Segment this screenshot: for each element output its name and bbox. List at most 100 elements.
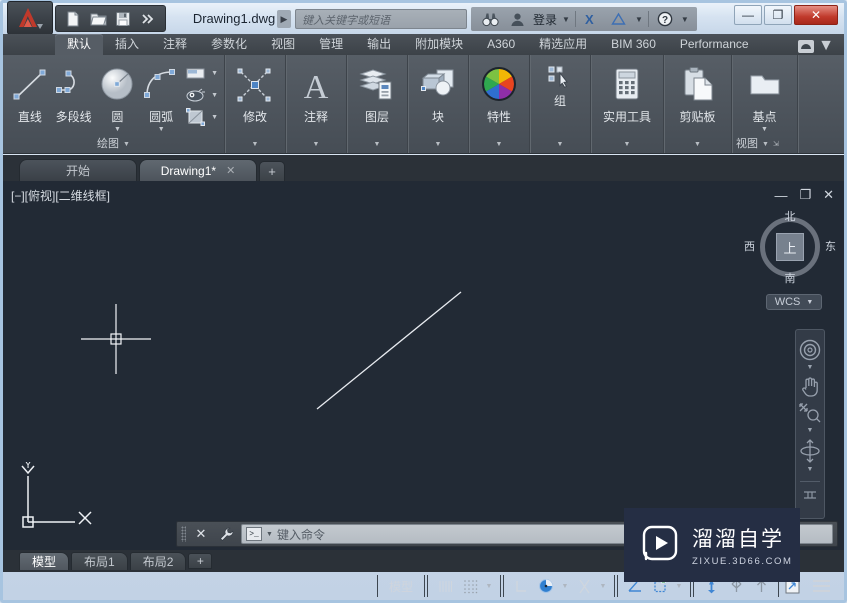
minimize-ribbon-icon[interactable] <box>798 39 815 53</box>
new-file-button[interactable] <box>62 8 84 30</box>
tool-basepoint[interactable]: 基点 ▼ <box>738 61 791 134</box>
help-chevron-icon[interactable]: ▼ <box>681 15 689 24</box>
panel-expand-chevron-icon[interactable]: ▼ <box>123 136 130 153</box>
snap-mode-icon[interactable] <box>459 576 481 596</box>
close-button[interactable]: ✕ <box>794 5 838 25</box>
zoom-chevron-icon[interactable]: ▼ <box>807 427 814 436</box>
ribbon-panel-draw-title[interactable]: 绘图 ▼ <box>3 136 224 153</box>
tool-circle-chevron-icon[interactable]: ▼ <box>114 126 121 134</box>
ribbon-panel-group[interactable]: 组 ▼ <box>530 55 591 153</box>
layout-tab-layout2[interactable]: 布局2 <box>129 552 187 570</box>
ribbon-tab-output[interactable]: 输出 <box>355 34 403 55</box>
application-menu-button[interactable] <box>7 1 53 35</box>
hamburger-menu-icon[interactable] <box>807 580 836 592</box>
grid-display-icon[interactable] <box>434 576 456 596</box>
ortho-mode-icon[interactable] <box>510 576 532 596</box>
exchange-app-icon[interactable]: X <box>581 8 603 30</box>
ribbon-tab-performance[interactable]: Performance <box>668 34 761 55</box>
minimize-button[interactable]: — <box>734 5 762 25</box>
ribbon-panel-view[interactable]: 基点 ▼ 视图 ▼ ⇲ <box>732 55 798 153</box>
tool-group[interactable]: 组 <box>537 61 583 109</box>
tool-line[interactable]: 直线 <box>9 61 51 125</box>
tool-rectangle[interactable]: ▼ <box>184 63 218 83</box>
tool-layers[interactable]: 图层 <box>354 61 400 125</box>
tool-utilities[interactable]: 实用工具 <box>597 61 657 125</box>
ribbon-panel-layers[interactable]: 图层 ▼ <box>347 55 408 153</box>
osnap-chevron-icon[interactable]: ▼ <box>598 583 608 590</box>
orbit-chevron-icon[interactable]: ▼ <box>807 466 814 475</box>
ribbon-panel-block-title[interactable]: ▼ <box>408 136 468 153</box>
tool-block[interactable]: 块 <box>415 61 461 125</box>
autodesk-chevron-icon[interactable]: ▼ <box>635 15 643 24</box>
ribbon-panel-modify[interactable]: 修改 ▼ <box>225 55 286 153</box>
new-layout-button[interactable]: + <box>188 553 213 569</box>
ribbon-panel-clipboard[interactable]: 剪贴板 ▼ <box>664 55 732 153</box>
ribbon-options-chevron-icon[interactable]: ▼ <box>818 37 834 55</box>
wrench-icon[interactable] <box>216 524 236 544</box>
command-line-grip[interactable] <box>181 526 186 542</box>
new-file-tab-button[interactable]: + <box>259 161 285 181</box>
tool-hatch[interactable]: ▼ <box>184 85 218 105</box>
ribbon-panel-utilities-title[interactable]: ▼ <box>591 136 663 153</box>
panel-dialog-launcher-icon[interactable]: ⇲ <box>773 136 779 153</box>
ribbon-tab-addins[interactable]: 附加模块 <box>403 34 475 55</box>
ribbon-panel-utilities[interactable]: 实用工具 ▼ <box>591 55 664 153</box>
panel-expand-chevron-icon[interactable]: ▼ <box>435 136 442 153</box>
sign-in-label[interactable]: 登录 <box>533 11 557 28</box>
command-line-close-icon[interactable]: ✕ <box>191 524 211 544</box>
open-file-button[interactable] <box>87 8 109 30</box>
search-binoculars-icon[interactable] <box>479 8 501 30</box>
file-tab-close-icon[interactable]: ✕ <box>226 164 235 177</box>
tool-annotation[interactable]: A 注释 <box>293 61 339 125</box>
snap-chevron-icon[interactable]: ▼ <box>484 583 494 590</box>
ribbon-panel-properties[interactable]: 特性 ▼ <box>469 55 530 153</box>
ribbon-panel-view-title[interactable]: 视图 ▼ ⇲ <box>732 136 797 153</box>
ribbon-tab-manage[interactable]: 管理 <box>307 34 355 55</box>
panel-expand-chevron-icon[interactable]: ▼ <box>374 136 381 153</box>
tool-basepoint-chevron-icon[interactable]: ▼ <box>761 126 768 134</box>
command-history-chevron-icon[interactable]: ▼ <box>266 531 273 538</box>
rectangle-chevron-icon[interactable]: ▼ <box>211 70 218 77</box>
hatch-chevron-icon[interactable]: ▼ <box>211 92 218 99</box>
viewcube-top-face[interactable]: 上 <box>776 233 804 261</box>
tool-clipboard[interactable]: 剪贴板 <box>670 61 725 125</box>
tool-circle[interactable]: 圆 ▼ <box>97 61 139 134</box>
tool-polyline[interactable]: 多段线 <box>53 61 95 125</box>
qat-more-button[interactable] <box>137 8 159 30</box>
ribbon-panel-properties-title[interactable]: ▼ <box>469 136 529 153</box>
file-tab-drawing1[interactable]: Drawing1* ✕ <box>139 159 257 181</box>
ucs-chevron-icon[interactable]: ▼ <box>674 583 684 590</box>
viewcube-north-label[interactable]: 北 <box>754 208 826 224</box>
panel-expand-chevron-icon[interactable]: ▼ <box>624 136 631 153</box>
zoom-extents-icon[interactable] <box>797 401 823 425</box>
ribbon-panel-annotation-title[interactable]: ▼ <box>286 136 346 153</box>
viewcube-south-label[interactable]: 南 <box>754 270 826 286</box>
ribbon-tab-bim360[interactable]: BIM 360 <box>599 34 668 55</box>
ribbon-panel-annotation[interactable]: A 注释 ▼ <box>286 55 347 153</box>
autodesk-logo-icon[interactable] <box>608 8 630 30</box>
tool-properties[interactable]: 特性 <box>476 61 522 125</box>
ribbon-panel-block[interactable]: 块 ▼ <box>408 55 469 153</box>
panel-expand-chevron-icon[interactable]: ▼ <box>762 136 769 153</box>
status-model-label[interactable]: 模型 <box>384 578 418 595</box>
wcs-selector[interactable]: WCS ▼ <box>766 294 822 310</box>
ribbon-tab-view[interactable]: 视图 <box>259 34 307 55</box>
tool-arc[interactable]: 圆弧 ▼ <box>140 61 182 134</box>
viewcube-west-label[interactable]: 西 <box>744 238 755 254</box>
steering-wheel-chevron-icon[interactable]: ▼ <box>807 364 814 373</box>
ribbon-tab-a360[interactable]: A360 <box>475 34 527 55</box>
viewcube-east-label[interactable]: 东 <box>825 238 836 254</box>
panel-expand-chevron-icon[interactable]: ▼ <box>557 136 564 153</box>
panel-expand-chevron-icon[interactable]: ▼ <box>252 136 259 153</box>
search-input[interactable]: 键入关键字或短语 <box>295 9 467 29</box>
tool-region[interactable]: ▼ <box>184 107 218 127</box>
maximize-button[interactable]: ❐ <box>764 5 792 25</box>
ribbon-tab-annotate[interactable]: 注释 <box>151 34 199 55</box>
ribbon-tab-featured-apps[interactable]: 精选应用 <box>527 34 599 55</box>
polar-tracking-icon[interactable] <box>535 576 557 596</box>
save-button[interactable] <box>112 8 134 30</box>
layout-tab-model[interactable]: 模型 <box>19 552 70 570</box>
object-snap-icon[interactable] <box>573 576 595 596</box>
wcs-chevron-icon[interactable]: ▼ <box>806 299 813 306</box>
pan-hand-icon[interactable] <box>797 375 823 399</box>
